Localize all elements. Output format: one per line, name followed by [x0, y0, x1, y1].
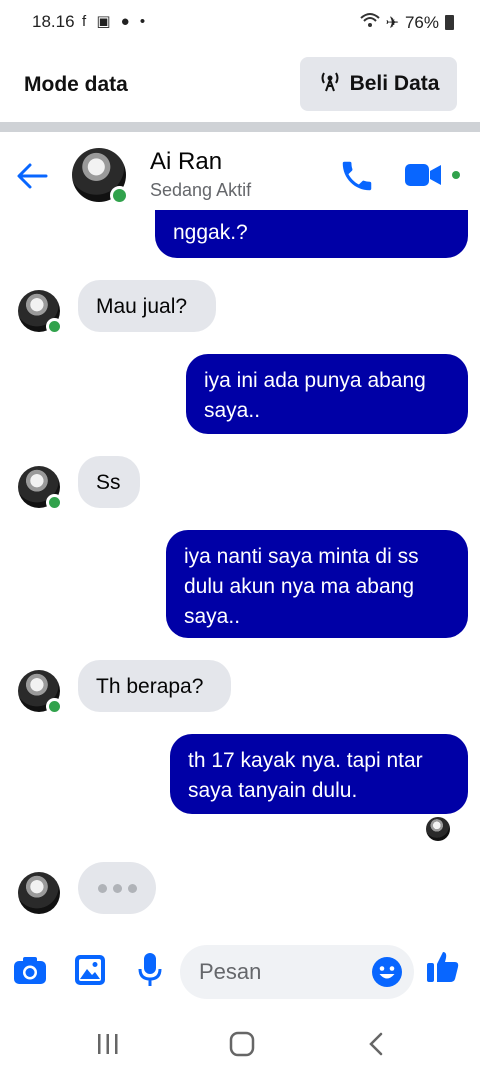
contact-name[interactable]: Ai Ran: [150, 148, 222, 176]
online-indicator: [46, 698, 63, 715]
status-right: ✈ 76%: [359, 12, 454, 33]
seen-receipt-avatar: [426, 817, 450, 841]
message-incoming[interactable]: Th berapa?: [78, 660, 231, 712]
battery-text: 76%: [404, 12, 439, 32]
back-nav-icon[interactable]: [366, 1032, 386, 1056]
message-input[interactable]: Pesan: [180, 945, 414, 999]
recent-apps-icon[interactable]: [95, 1032, 121, 1056]
buy-data-button[interactable]: Beli Data: [300, 57, 457, 111]
message-text: iya ini ada punya abang saya..: [204, 369, 426, 422]
message-outgoing[interactable]: iya ini ada punya abang saya..: [186, 354, 468, 434]
phone-icon[interactable]: [338, 157, 376, 195]
message-text: iya nanti saya minta di ss dulu akun nya…: [184, 545, 419, 628]
microphone-icon[interactable]: [137, 952, 163, 988]
online-indicator: [46, 318, 63, 335]
status-bar: 18.16 f ▣ ● • ✈ 76%: [0, 0, 480, 46]
message-text: Mau jual?: [96, 295, 188, 318]
online-indicator: [110, 186, 129, 205]
message-input-placeholder: Pesan: [199, 959, 262, 984]
message-outgoing[interactable]: th 17 kayak nya. tapi ntar saya tanyain …: [170, 734, 468, 814]
message-outgoing[interactable]: nggak.?: [155, 210, 468, 258]
wifi-icon: [359, 12, 380, 33]
video-call-icon[interactable]: [404, 159, 442, 191]
broadcast-icon: [318, 70, 342, 98]
emoji-icon[interactable]: [371, 956, 403, 988]
sender-avatar[interactable]: [18, 872, 60, 914]
status-time: 18.16: [32, 12, 75, 31]
gallery-icon[interactable]: [74, 954, 106, 986]
notification-icons: f ▣ ● •: [82, 13, 149, 30]
back-arrow-icon[interactable]: [14, 158, 50, 194]
online-indicator: [46, 494, 63, 511]
typing-indicator: [78, 862, 156, 914]
divider: [0, 122, 480, 132]
data-mode-title: Mode data: [24, 73, 128, 96]
message-text: th 17 kayak nya. tapi ntar saya tanyain …: [188, 749, 423, 802]
home-icon[interactable]: [229, 1031, 255, 1057]
like-thumb-icon[interactable]: [426, 950, 460, 984]
contact-status: Sedang Aktif: [150, 180, 252, 200]
message-text: Th berapa?: [96, 675, 204, 698]
battery-icon: [445, 15, 454, 30]
message-text: Ss: [96, 471, 121, 494]
camera-icon[interactable]: [13, 954, 47, 986]
buy-data-label: Beli Data: [349, 72, 440, 95]
active-dot: [452, 171, 460, 179]
message-outgoing[interactable]: iya nanti saya minta di ss dulu akun nya…: [166, 530, 468, 638]
message-incoming[interactable]: Mau jual?: [78, 280, 216, 332]
message-text: nggak.?: [173, 221, 248, 244]
airplane-icon: ✈: [385, 14, 399, 32]
message-incoming[interactable]: Ss: [78, 456, 140, 508]
